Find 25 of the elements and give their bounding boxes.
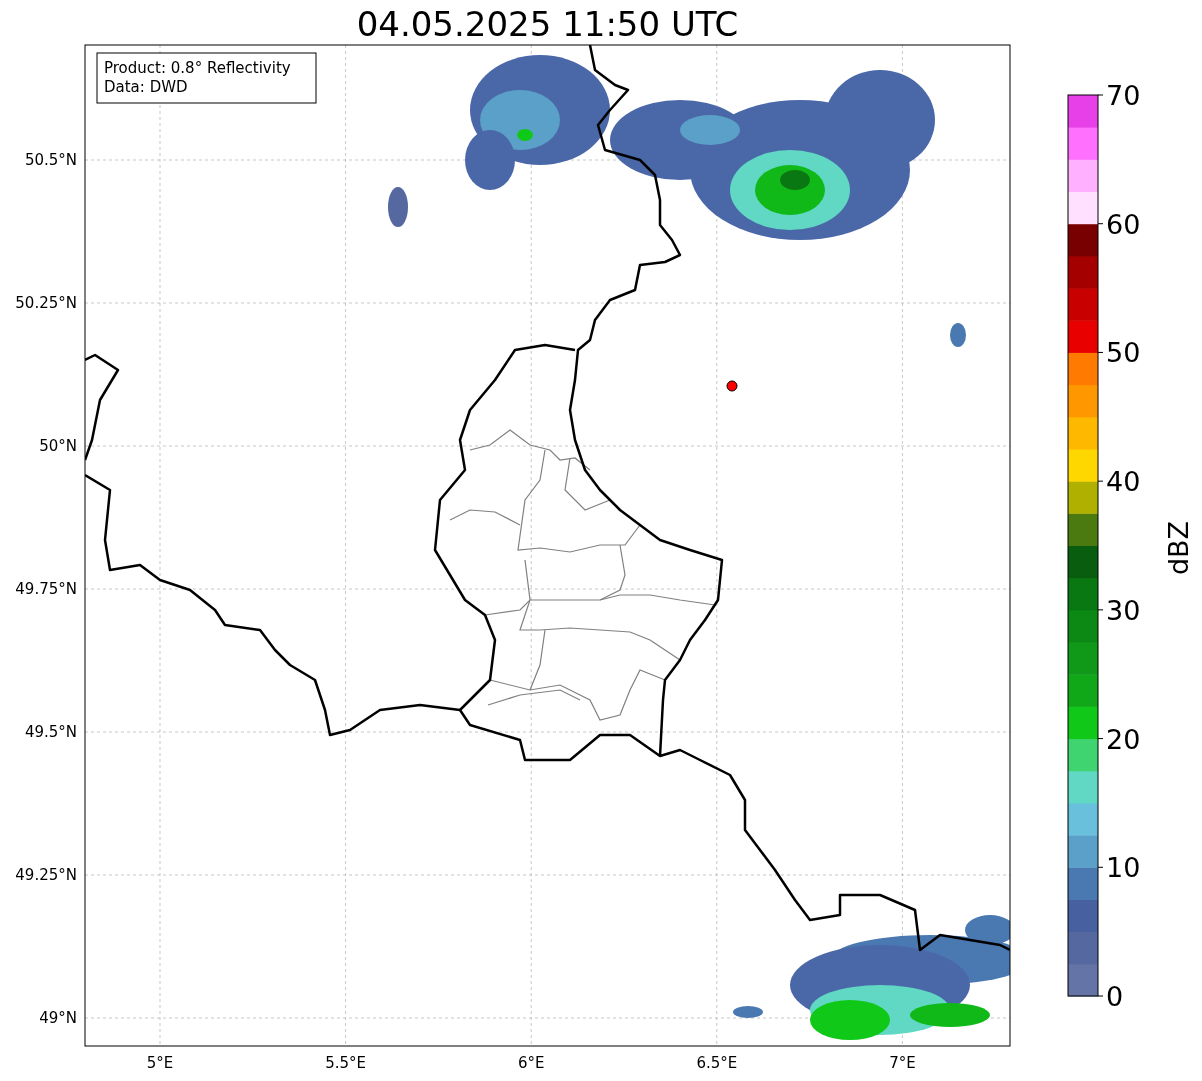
longitude-label: 5.5°E — [325, 1054, 366, 1072]
colorbar-tick-label: 60 — [1106, 208, 1141, 240]
colorbar-tick-label: 0 — [1106, 981, 1124, 1012]
latitude-label: 49.75°N — [15, 580, 77, 598]
colorbar-label: dBZ — [1163, 520, 1194, 576]
latitude-label: 49°N — [39, 1009, 77, 1027]
latitude-label: 50.5°N — [24, 151, 77, 169]
colorbar-tick-label: 50 — [1106, 337, 1141, 369]
longitude-label: 6.5°E — [696, 1054, 738, 1072]
colorbar-tick-label: 20 — [1106, 723, 1141, 755]
longitude-label: 7°E — [889, 1054, 916, 1072]
latitude-label: 49.5°N — [24, 723, 77, 741]
colorbar-tick-label: 30 — [1106, 594, 1141, 626]
latitude-label: 50.25°N — [15, 294, 77, 312]
latitude-label: 50°N — [39, 437, 77, 455]
longitude-label: 5°E — [146, 1054, 174, 1072]
location-marker — [726, 380, 738, 392]
info-text: Product: 0.8° Reflectivity — [104, 59, 291, 77]
info-text: Data: DWD — [104, 78, 188, 96]
longitude-label: 6°E — [517, 1054, 545, 1072]
colorbar-tick-label: 70 — [1106, 80, 1141, 111]
latitude-label: 49.25°N — [15, 866, 77, 884]
colorbar-tick-label: 10 — [1106, 852, 1141, 884]
colorbar-tick-label: 40 — [1106, 466, 1141, 498]
plot-title: 04.05.2025 11:50 UTC — [356, 4, 739, 44]
